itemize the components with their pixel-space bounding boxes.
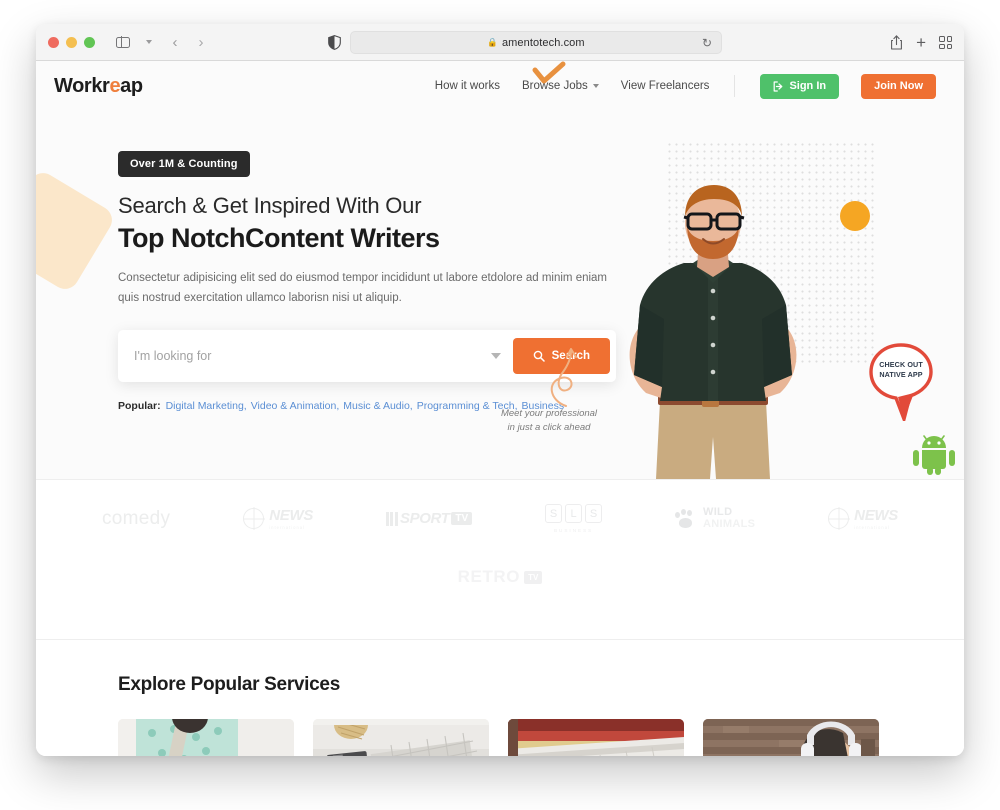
service-cards-row	[118, 719, 882, 756]
native-app-badge[interactable]: CHECK OUT NATIVE APP	[868, 343, 934, 425]
sls-letter: S	[585, 504, 603, 523]
brand-news-sub: international	[269, 525, 306, 530]
hero-badge: Over 1M & Counting	[118, 151, 250, 177]
browser-toolbar: ‹ › 🔒 amentotech.com ↻ +	[36, 24, 964, 61]
privacy-shield-icon[interactable]	[328, 35, 341, 50]
brand-logo-retro-tv: RETRO TV	[458, 567, 543, 587]
chevron-down-icon[interactable]	[490, 353, 501, 360]
popular-tag-video-animation[interactable]: Video & Animation,	[251, 400, 340, 412]
logo-accent-letter: e	[109, 74, 121, 97]
globe-icon	[828, 508, 850, 529]
popular-tag-digital-marketing[interactable]: Digital Marketing,	[166, 400, 247, 412]
page-viewport: Workreap How it works Browse Jobs View F…	[36, 61, 964, 756]
brand-logo-sport-tv: SPORT TV	[385, 510, 473, 527]
paw-icon	[675, 508, 697, 529]
minimize-window-button[interactable]	[66, 36, 77, 48]
card-headphones[interactable]	[703, 719, 879, 756]
decorative-orange-dot	[840, 201, 870, 231]
brand-news-text: NEWS	[269, 507, 314, 524]
brand-retro-tv-chip: TV	[524, 570, 543, 584]
brand-logo-comedy: comedy	[102, 507, 171, 529]
search-input[interactable]	[118, 349, 491, 364]
sls-letter: L	[565, 504, 583, 523]
address-bar[interactable]: 🔒 amentotech.com ↻	[350, 31, 722, 54]
brand-retro-text: RETRO	[457, 567, 521, 586]
badge-line-2: NATIVE APP	[879, 369, 923, 379]
nav-item-view-freelancers[interactable]: View Freelancers	[621, 80, 710, 92]
site-header: Workreap How it works Browse Jobs View F…	[36, 61, 964, 111]
browser-window: ‹ › 🔒 amentotech.com ↻ + Workreap How it…	[36, 24, 964, 756]
forward-arrow-icon[interactable]: ›	[189, 31, 213, 53]
tab-overview-icon[interactable]	[939, 36, 952, 49]
main-navigation: How it works Browse Jobs View Freelancer…	[435, 73, 936, 99]
nav-item-how-it-works[interactable]: How it works	[435, 80, 500, 92]
logo-text-pre: Workr	[54, 74, 110, 97]
wild-text-2: ANIMALS	[703, 517, 756, 530]
plus-icon[interactable]: +	[916, 34, 926, 51]
address-bar-url: amentotech.com	[501, 36, 585, 49]
curved-arrow-icon	[550, 348, 577, 407]
globe-icon	[243, 508, 265, 529]
brand-sport-tv-chip: TV	[451, 512, 473, 525]
hero-meet-note: Meet your professional in just a click a…	[474, 407, 624, 436]
toolbar-right-group: +	[890, 24, 952, 61]
brand-logos-section: comedy NEWS international SPORT TV S L S…	[36, 479, 964, 639]
android-robot-icon	[913, 435, 955, 475]
brand-news-text: NEWS	[854, 507, 898, 524]
badge-line-1: CHECK OUT	[879, 360, 923, 369]
orange-check-scribble-icon	[526, 61, 572, 97]
explore-popular-services-section: Explore Popular Services	[36, 639, 964, 756]
native-app-badge-text: CHECK OUT NATIVE APP	[868, 360, 934, 379]
maximize-window-button[interactable]	[84, 36, 95, 48]
nav-label: How it works	[434, 80, 500, 92]
brand-sport-text: SPORT	[399, 510, 450, 527]
close-window-button[interactable]	[48, 36, 59, 48]
card-fashion[interactable]	[118, 719, 294, 756]
brand-row-2: RETRO TV	[76, 567, 924, 587]
nav-label: View Freelancers	[620, 80, 710, 92]
window-controls[interactable]	[48, 36, 95, 48]
toolbar-left-group: ‹ ›	[111, 31, 213, 53]
logo-text-post: ap	[120, 74, 143, 97]
sls-letter: S	[545, 504, 563, 523]
page-title: Explore Popular Services	[118, 674, 340, 695]
wild-text-1: WILD	[703, 505, 733, 518]
brand-logo-sls-business: S L S BUSINESS	[545, 504, 603, 533]
sidebar-toggle-icon[interactable]	[111, 31, 135, 53]
site-logo[interactable]: Workreap	[54, 75, 143, 98]
hero-description: Consectetur adipisicing elit sed do eius…	[118, 272, 608, 305]
brand-logo-news-international-2: NEWS international	[828, 507, 898, 530]
brand-row-1: comedy NEWS international SPORT TV S L S…	[76, 504, 924, 533]
join-now-button[interactable]: Join Now	[861, 73, 936, 99]
meet-note-line-1: Meet your professional	[500, 408, 598, 419]
share-icon[interactable]	[890, 35, 903, 50]
chevron-down-icon	[592, 84, 599, 88]
sls-caption: BUSINESS	[553, 528, 594, 533]
popular-tag-music-audio[interactable]: Music & Audio,	[343, 400, 412, 412]
popular-label: Popular:	[118, 400, 161, 413]
card-keyboard[interactable]	[313, 719, 489, 756]
sign-in-button[interactable]: Sign In	[760, 73, 840, 99]
card-laptop[interactable]	[508, 719, 684, 756]
brand-news-sub: international	[854, 525, 890, 530]
brand-logo-news-international: NEWS international	[243, 507, 313, 530]
sign-in-label: Sign In	[789, 80, 827, 92]
lock-icon: 🔒	[487, 37, 498, 47]
meet-note-line-2: in just a click ahead	[507, 422, 591, 434]
chevron-down-icon[interactable]	[137, 31, 161, 53]
bars-icon	[385, 511, 398, 526]
hero-heading-line-1: Search & Get Inspired With Our	[118, 193, 422, 218]
decorative-peach-square	[36, 167, 118, 295]
hero-heading-line-2: Top NotchContent Writers	[118, 223, 440, 253]
reload-icon[interactable]: ↻	[702, 36, 712, 50]
brand-logo-wild-animals: WILD ANIMALS	[675, 505, 756, 530]
sign-in-icon	[774, 80, 783, 92]
nav-divider	[734, 75, 736, 97]
hero-section: CHECK OUT NATIVE APP Over 1M & Counting …	[36, 111, 964, 479]
join-now-label: Join Now	[874, 80, 923, 92]
back-arrow-icon[interactable]: ‹	[163, 31, 187, 53]
